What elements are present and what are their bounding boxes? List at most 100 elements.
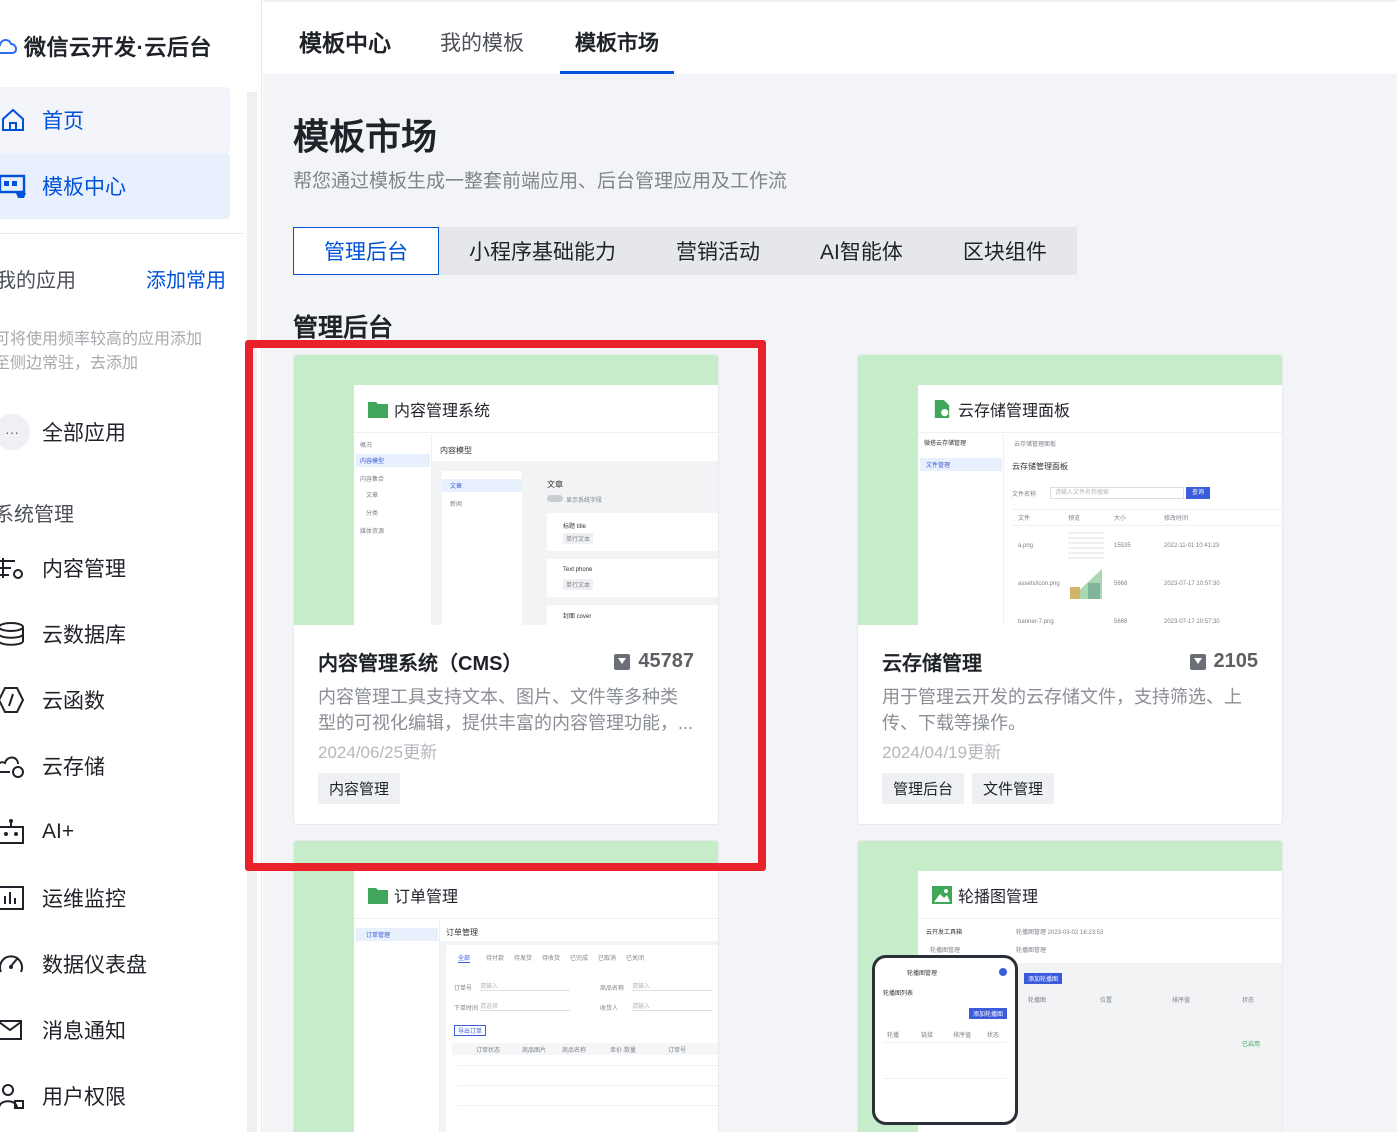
sidebar-scrollbar[interactable] [247,92,257,1132]
mini-side-title: 云开发工具箱 [926,930,963,936]
sidebar-item-storage[interactable]: 云存储 [0,733,147,799]
mini-side-item: 订单管理 [356,928,438,941]
mini-field: Text phone [563,567,593,573]
sidebar-item-dashboard[interactable]: 数据仪表盘 [0,931,147,997]
page-title: 模板市场 [293,116,438,157]
top-tabs: 模板中心 我的模板 模板市场 [263,0,1397,74]
card-tag[interactable]: 管理后台 [882,773,965,804]
preview-title: 轮播图管理 [958,888,1039,906]
preview-header: 云存储管理面板 [918,385,1282,433]
preview-header: 轮播图管理 [918,871,1282,919]
category-admin[interactable]: 管理后台 [293,227,439,275]
mini-col: 状态 [1242,998,1255,1004]
sidebar-item-messages[interactable]: 消息通知 [0,997,147,1063]
folder-icon [368,401,388,418]
card-tag[interactable]: 文件管理 [972,773,1055,804]
sidebar-item-database[interactable]: 云数据库 [0,601,147,667]
mini-col: 商品名称 [562,1048,587,1054]
preview-window: 轮播图管理 云开发工具箱 轮播图管理 轮播图管理 2023-03-02 16:2… [872,871,1282,1132]
template-card-storage[interactable]: 云存储管理面板 微搭云存储管理 文件管理 云存储管理面板 云存储管理面板 文件名… [857,354,1283,825]
section-title: 管理后台 [293,314,394,342]
mini-col: 订单状态 [476,1048,501,1054]
sidebar-item-permissions[interactable]: 用户权限 [0,1063,147,1129]
mini-label: 商品名称 [600,986,625,992]
function-icon [0,685,26,715]
add-common-link[interactable]: 添加常用 [146,264,226,293]
template-card-carousel[interactable]: 轮播图管理 云开发工具箱 轮播图管理 轮播图管理 2023-03-02 16:2… [857,840,1283,1132]
mini-label: 订单号 [454,986,473,992]
category-ai-agent[interactable]: AI智能体 [790,227,933,275]
sidebar-item-monitor[interactable]: 运维监控 [0,865,147,931]
mini-cell: banner-7.png [1018,619,1054,625]
mini-header: 轮播图管理 [1016,948,1047,954]
sidebar-item-ai[interactable]: AI+ [0,799,147,865]
phone-col: 链接 [921,1033,934,1039]
category-marketing[interactable]: 营销活动 [646,227,790,275]
all-apps-item[interactable]: ··· 全部应用 [0,414,126,450]
template-card-orders[interactable]: 订单管理 订单管理 订单管理 全部 待付款 待发货 待收货 已完成 已取消 已关… [293,840,719,1132]
file-cloud-icon [934,399,950,418]
mini-col: 排序值 [1172,998,1191,1004]
sidebar-item-functions[interactable]: 云函数 [0,667,147,733]
mini-label: 下单时间 [454,1006,479,1012]
card-title: 内容管理系统（CMS） [318,653,523,675]
mini-tab: 待收货 [542,956,561,962]
mini-col: 商品图片 [522,1048,547,1054]
user-permission-icon [0,1081,26,1111]
mini-filter-input: 请输入文件名称搜索 [1050,487,1184,499]
mini-tab: 全部 [458,953,471,963]
mini-cell: 15535 [1114,543,1131,549]
mini-breadcrumb: 轮播图管理 2023-03-02 16:23:53 [1016,930,1104,936]
mini-add-button: 添加轮播图 [1024,973,1063,984]
download-icon [1189,653,1206,670]
phone-mockup: 轮播图管理 轮播图列表 添加轮播图 轮播 链接 排序值 状态 [872,955,1018,1125]
nav-home[interactable]: 首页 [0,87,230,153]
phone-col: 轮播 [887,1033,900,1039]
sidebar-item-label: 消息通知 [42,1020,126,1043]
image-icon [932,885,952,904]
app-title: 微信云开发·云后台 [24,35,212,60]
sidebar-item-content-management[interactable]: 内容管理 [0,535,147,601]
mini-col: 单价·数量 [610,1048,636,1054]
mini-side-item: 内容集合 [360,477,385,483]
tab-my-templates[interactable]: 我的模板 [440,27,524,57]
mini-tab: 已完成 [570,956,589,962]
mini-col: 轮播图 [1028,998,1047,1004]
mini-list-item: 新闻 [450,502,463,508]
card-tag[interactable]: 内容管理 [318,773,401,804]
sidebar-item-label: 运维监控 [42,888,126,911]
mini-detail-title: 文章 [547,480,563,489]
sidebar-item-label: 云函数 [42,690,105,713]
sidebar-item-label: 云存储 [42,756,105,779]
card-tags: 内容管理 [318,773,694,804]
system-nav: 内容管理 云数据库 云函数 云存储 AI+ 运维监控 数据仪表盘 消息通知 用户… [0,535,147,1129]
category-blocks[interactable]: 区块组件 [933,227,1077,275]
mini-side-item: 轮播图管理 [930,948,961,954]
mini-side-title: 微搭云存储管理 [924,441,967,447]
mini-toggle [547,495,563,502]
preview-window: 订单管理 订单管理 订单管理 全部 待付款 待发货 待收货 已完成 已取消 已关… [354,871,718,1132]
phone-title: 轮播图管理 [907,971,938,977]
mini-side-item: 概况 [360,443,373,449]
preview-header: 内容管理系统 [354,385,718,433]
tab-template-market[interactable]: 模板市场 [575,27,659,57]
preview-title: 云存储管理面板 [958,402,1071,420]
more-dots-icon: ··· [0,414,30,450]
mini-col: 预览 [1068,516,1081,522]
category-miniprogram[interactable]: 小程序基础能力 [439,227,646,275]
template-card-cms[interactable]: 内容管理系统 概况 内容模型 内容集合 文章 分类 媒体资源 内容模型 文章 新… [293,354,719,825]
card-preview: 内容管理系统 概况 内容模型 内容集合 文章 分类 媒体资源 内容模型 文章 新… [294,355,718,625]
template-store-icon [0,171,28,201]
mini-cell: 5668 [1114,581,1128,587]
sidebar-item-label: AI+ [42,820,75,843]
sidebar-item-label: 云数据库 [42,624,126,647]
card-body: 云存储管理 2105 用于管理云开发的云存储文件，支持筛选、上传、下载等操作。 … [858,625,1282,804]
tab-template-center[interactable]: 模板中心 [299,24,391,58]
mini-status: 已启用 [1242,1042,1261,1048]
nav-template-center[interactable]: 模板中心 [0,153,230,219]
brand[interactable]: 微信云开发·云后台 [0,24,212,68]
mini-cell: 2023-07-17 10:57:30 [1164,581,1220,587]
nav-template-center-label: 模板中心 [42,176,126,199]
download-count-value: 2105 [1213,650,1259,672]
mini-filter-label: 文件名称 [1012,492,1037,498]
